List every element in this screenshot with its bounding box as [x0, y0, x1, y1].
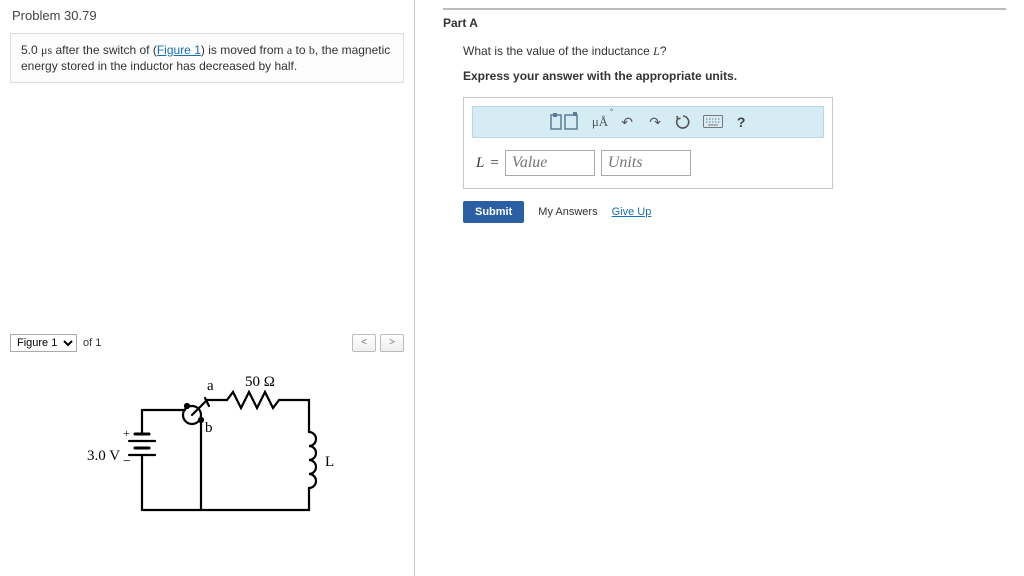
mu-s: μs — [41, 43, 52, 57]
inductor-label: L — [325, 454, 334, 470]
submit-button[interactable]: Submit — [463, 201, 524, 223]
problem-title: Problem 30.79 — [10, 8, 404, 33]
minus-label: − — [123, 454, 131, 469]
circuit-diagram: 3.0 V + − a b 50 Ω L — [10, 370, 404, 543]
plus-label: + — [123, 426, 130, 440]
equals-sign: = — [490, 155, 498, 172]
figure-prev-button[interactable]: < — [352, 334, 376, 352]
node-a-label: a — [207, 378, 214, 394]
problem-text: 5.0 — [21, 43, 41, 57]
reset-icon[interactable] — [674, 110, 692, 134]
problem-text: ) is moved from — [201, 43, 287, 57]
question-post: ? — [660, 44, 667, 58]
problem-text: to — [292, 43, 309, 57]
problem-statement: 5.0 μs after the switch of (Figure 1) is… — [10, 33, 404, 83]
keyboard-icon[interactable] — [702, 110, 724, 134]
voltage-label: 3.0 V — [87, 448, 120, 464]
question-text: What is the value of the inductance L? — [463, 44, 1006, 59]
equation-toolbar: μÅ° ↶ ↷ ? — [472, 106, 824, 138]
node-b-label: b — [205, 420, 213, 436]
instruction-text: Express your answer with the appropriate… — [463, 69, 1006, 83]
undo-icon[interactable]: ↶ — [618, 110, 636, 134]
units-icon-label: μÅ — [592, 114, 608, 130]
part-header: Part A — [443, 8, 1006, 30]
my-answers-label: My Answers — [538, 206, 597, 218]
help-icon[interactable]: ? — [734, 110, 748, 134]
units-input[interactable] — [601, 150, 691, 176]
units-icon[interactable]: μÅ° — [592, 110, 608, 134]
figure-panel: Figure 1 of 1 < > — [10, 334, 404, 543]
question-pre: What is the value of the inductance — [463, 44, 653, 58]
templates-icon[interactable] — [548, 110, 582, 134]
problem-text: after the switch of ( — [52, 43, 157, 57]
figure-select[interactable]: Figure 1 — [10, 334, 77, 352]
redo-icon[interactable]: ↷ — [646, 110, 664, 134]
answer-box: μÅ° ↶ ↷ ? L = — [463, 97, 833, 189]
give-up-link[interactable]: Give Up — [612, 206, 652, 218]
variable-L: L — [653, 44, 660, 58]
figure-count: of 1 — [83, 337, 101, 349]
figure-next-button[interactable]: > — [380, 334, 404, 352]
value-input[interactable] — [505, 150, 595, 176]
figure-link[interactable]: Figure 1 — [157, 43, 201, 57]
answer-lhs: L — [476, 155, 484, 172]
resistor-label: 50 Ω — [245, 374, 275, 390]
